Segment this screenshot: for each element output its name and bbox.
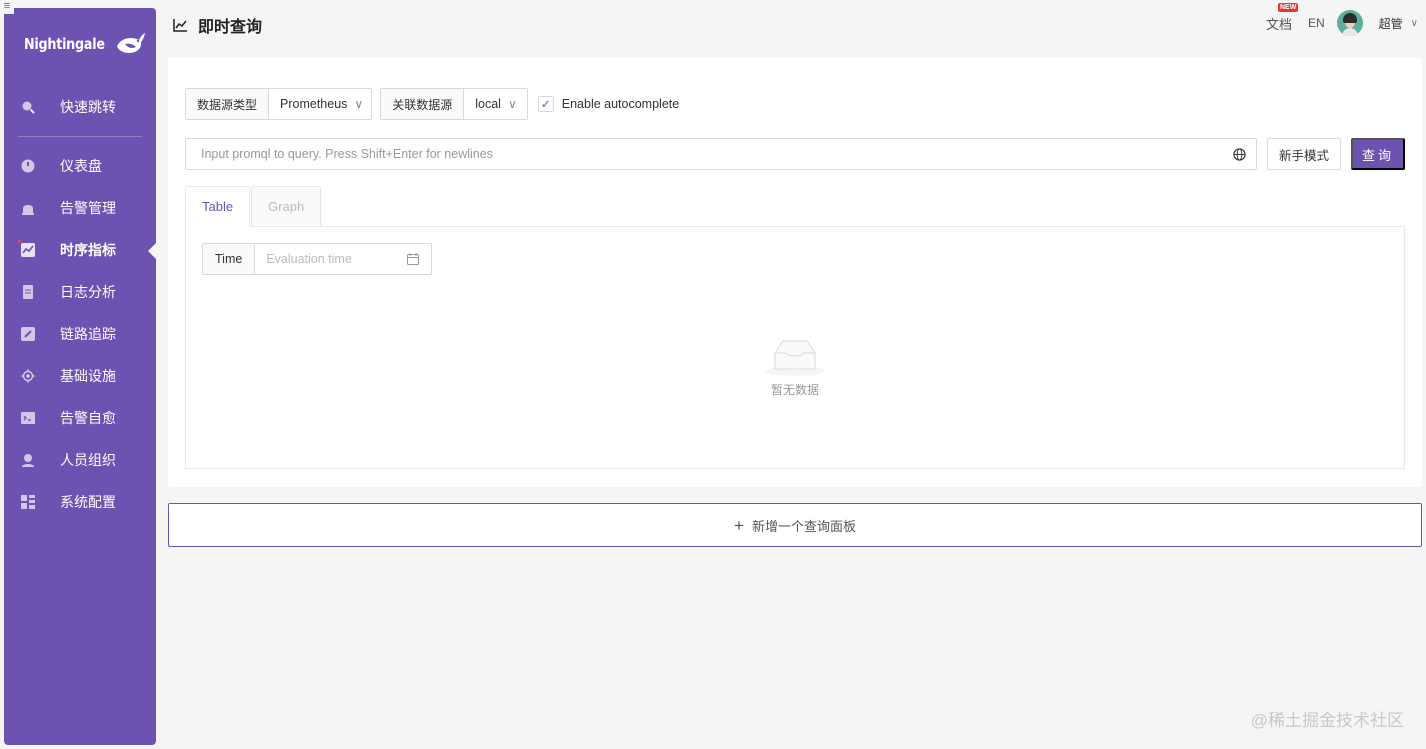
linked-datasource-label: 关联数据源 [381, 89, 465, 119]
datasource-type-label: 数据源类型 [186, 89, 270, 119]
datasource-row: 数据源类型 Prometheus ∨ 关联数据源 local ∨ ✓ Enabl… [185, 88, 679, 120]
table-tab-panel: Time Evaluation time 暂无数据 [185, 226, 1405, 469]
sidebar-item-alarm[interactable]: 告警管理 [4, 187, 156, 229]
evaluation-time-group: Time Evaluation time [202, 243, 433, 275]
docs-link[interactable]: 文档 NEW [1265, 2, 1299, 33]
line-chart-icon [21, 243, 35, 257]
page-title: 即时查询 [173, 13, 262, 37]
sidebar-item-label: 告警管理 [60, 200, 116, 216]
plus-icon: + [734, 515, 744, 535]
sidebar-item-label: 链路追踪 [60, 326, 116, 342]
page-title-text: 即时查询 [198, 19, 263, 36]
sidebar-item-metrics[interactable]: 时序指标 [4, 229, 157, 271]
evaluation-time-placeholder: Evaluation time [266, 252, 352, 266]
username[interactable]: 超管 [1379, 15, 1403, 32]
sidebar-item-label: 时序指标 [60, 242, 116, 258]
datasource-type-select[interactable]: Prometheus ∨ [269, 89, 372, 119]
docs-link-label: 文档 [1265, 16, 1292, 32]
sidebar-divider [18, 136, 142, 137]
sidebar-item-self-healing[interactable]: 告警自愈 [4, 397, 156, 439]
empty-state: 暂无数据 [186, 335, 1404, 398]
line-chart-icon [173, 19, 187, 32]
time-label: Time [203, 244, 256, 274]
calendar-icon [407, 253, 420, 265]
sidebar-nav: 快速跳转 仪表盘 告警管理 时序指标 日志分析 链路追踪 基础设施 告警自愈 人… [4, 86, 157, 523]
logo[interactable]: Nightingale [24, 30, 147, 58]
header-actions: 文档 NEW EN 超管 ∨ [1265, 2, 1418, 36]
sidebar-item-label: 基础设施 [60, 368, 116, 384]
add-query-panel-label: 新增一个查询面板 [751, 518, 856, 534]
sidebar: Nightingale 快速跳转 仪表盘 告警管理 时序指标 日志分析 链路追踪… [4, 8, 157, 745]
linked-datasource-group: 关联数据源 local ∨ [380, 88, 528, 120]
target-icon [21, 369, 35, 383]
search-icon [21, 100, 35, 114]
chevron-down-icon: ∨ [354, 97, 364, 111]
sidebar-item-settings[interactable]: 系统配置 [4, 481, 156, 523]
autocomplete-label: Enable autocomplete [561, 97, 680, 111]
query-panel: 数据源类型 Prometheus ∨ 关联数据源 local ∨ ✓ Enabl… [168, 58, 1422, 487]
empty-text: 暂无数据 [770, 383, 819, 397]
datasource-type-value: Prometheus [280, 97, 348, 111]
nightingale-bird-icon [116, 33, 145, 53]
sidebar-item-label: 仪表盘 [60, 158, 102, 174]
sidebar-item-logs[interactable]: 日志分析 [4, 271, 156, 313]
sidebar-item-people[interactable]: 人员组织 [4, 439, 156, 481]
sidebar-item-label: 快速跳转 [60, 99, 116, 115]
autocomplete-checkbox[interactable]: ✓ [537, 96, 554, 112]
empty-inbox-icon [765, 340, 825, 376]
datasource-type-group: 数据源类型 Prometheus ∨ [185, 88, 373, 120]
header: 即时查询 文档 NEW EN 超管 ∨ [168, 0, 1426, 46]
evaluation-time-picker[interactable]: Evaluation time [255, 244, 431, 274]
alarm-icon [21, 201, 35, 215]
sidebar-item-infrastructure[interactable]: 基础设施 [4, 355, 156, 397]
sidebar-item-tracing[interactable]: 链路追踪 [4, 313, 156, 355]
new-badge: NEW [1277, 2, 1299, 12]
linked-datasource-value: local [475, 97, 501, 111]
sidebar-item-quick-jump[interactable]: 快速跳转 [4, 86, 156, 128]
sidebar-item-label: 日志分析 [60, 284, 116, 300]
logo-text: Nightingale [24, 35, 105, 53]
globe-icon[interactable] [1233, 147, 1246, 161]
dashboard-icon [21, 159, 35, 173]
menu-lines-icon[interactable]: ≡ [0, 0, 14, 14]
user-icon [21, 453, 35, 467]
add-query-panel-button[interactable]: + 新增一个查询面板 [168, 503, 1422, 547]
language-switch[interactable]: EN [1308, 16, 1325, 30]
tab-graph[interactable]: Graph [251, 186, 322, 227]
linked-datasource-select[interactable]: local ∨ [464, 89, 527, 119]
query-button[interactable]: 查询 [1351, 138, 1405, 170]
avatar[interactable] [1336, 10, 1363, 36]
promql-row: Input promql to query. Press Shift+Enter… [185, 138, 1405, 170]
sidebar-item-label: 人员组织 [60, 452, 116, 468]
terminal-icon [21, 411, 35, 425]
sidebar-item-label: 系统配置 [60, 494, 116, 510]
grid-settings-icon [21, 495, 35, 509]
chevron-down-icon[interactable]: ∨ [1411, 18, 1418, 29]
document-icon [21, 285, 35, 299]
promql-placeholder: Input promql to query. Press Shift+Enter… [201, 147, 493, 161]
tab-table[interactable]: Table [185, 186, 251, 227]
chevron-down-icon: ∨ [507, 97, 517, 111]
edit-trace-icon [21, 327, 35, 341]
sidebar-item-dashboard[interactable]: 仪表盘 [4, 145, 156, 187]
result-tabs: Table Graph [185, 186, 322, 227]
sidebar-item-label: 告警自愈 [60, 410, 116, 426]
autocomplete-toggle[interactable]: ✓ Enable autocomplete [537, 96, 680, 112]
novice-mode-button[interactable]: 新手模式 [1267, 138, 1341, 170]
promql-input[interactable]: Input promql to query. Press Shift+Enter… [185, 138, 1257, 170]
watermark: @稀土掘金技术社区 [1250, 711, 1404, 730]
